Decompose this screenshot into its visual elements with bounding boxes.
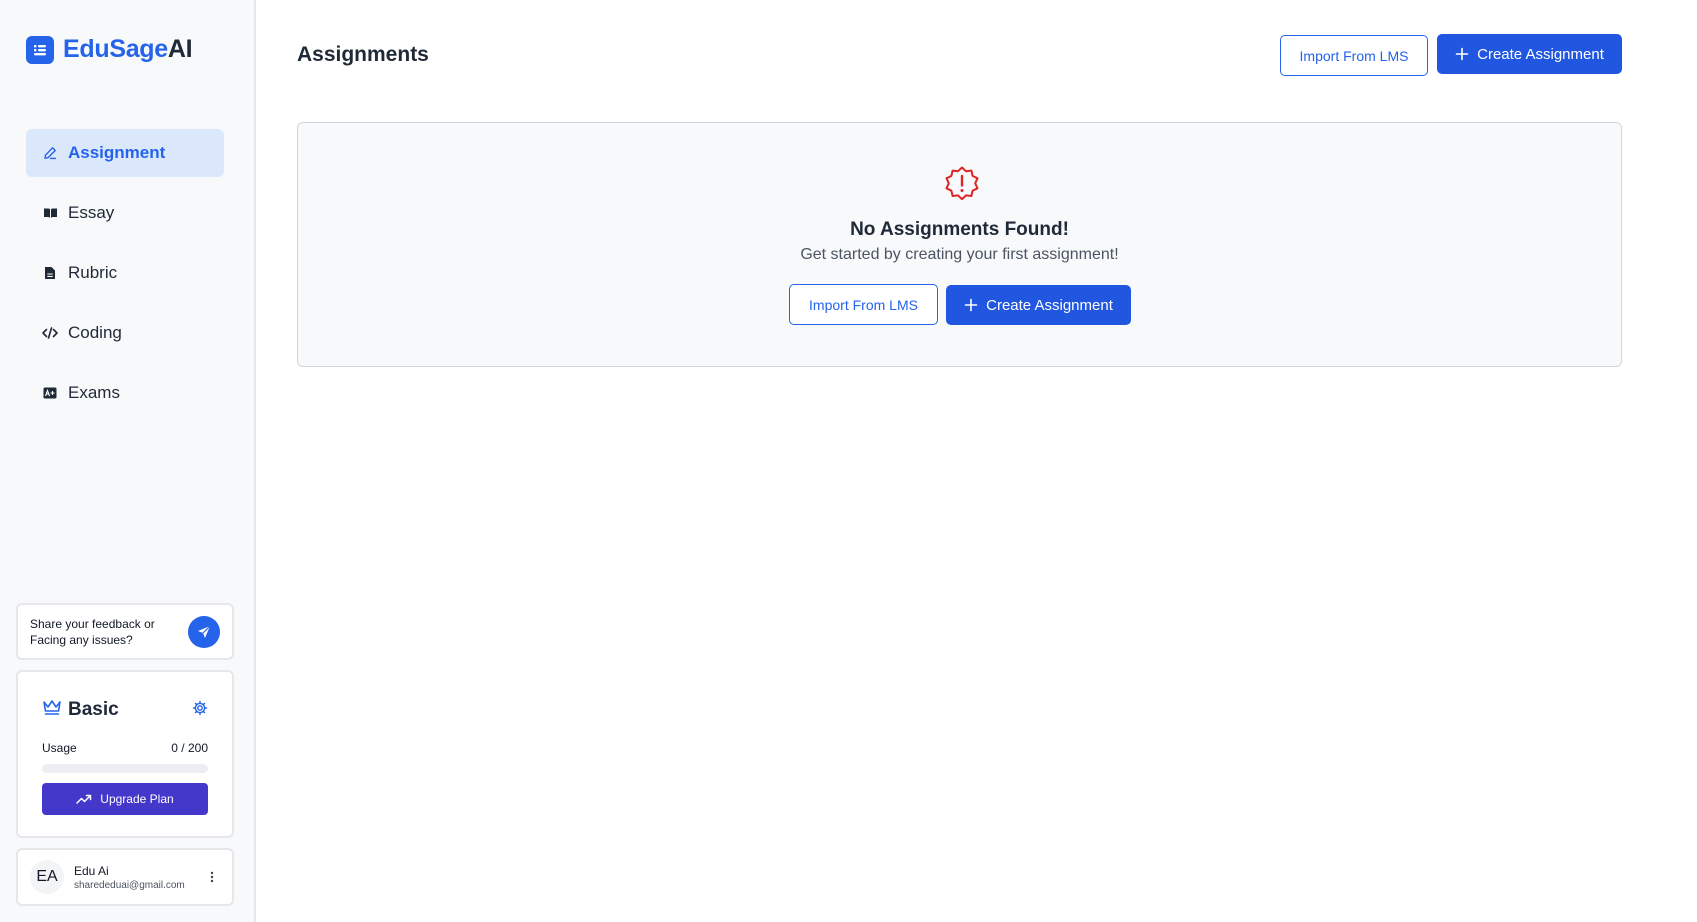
plus-icon: [1455, 47, 1469, 61]
warning-badge-icon: [945, 166, 979, 201]
feedback-card: Share your feedback or Facing any issues…: [16, 603, 234, 660]
plan-name: Basic: [68, 699, 119, 720]
empty-state-subtitle: Get started by creating your first assig…: [800, 246, 1119, 263]
user-email: sharededuai@gmail.com: [74, 879, 185, 891]
plan-title: Basic: [42, 698, 119, 722]
crown-icon: [42, 698, 62, 722]
sidebar: EduSageAI Assignment Essay Rubric Coding: [0, 0, 256, 922]
app-name-part2: AI: [167, 35, 193, 63]
user-profile-card[interactable]: EA Edu Ai sharededuai@gmail.com: [16, 848, 234, 906]
usage-value: 0 / 200: [171, 741, 208, 755]
create-assignment-label: Create Assignment: [1477, 45, 1604, 63]
empty-state-panel: No Assignments Found! Get started by cre…: [297, 122, 1622, 367]
sidebar-item-label: Coding: [68, 323, 122, 342]
sidebar-item-label: Rubric: [68, 263, 118, 282]
usage-progress-bar: [42, 764, 208, 773]
create-assignment-button[interactable]: Create Assignment: [1437, 34, 1622, 74]
sidebar-item-label: Essay: [68, 203, 115, 222]
book-icon: [42, 205, 58, 221]
sidebar-item-coding[interactable]: Coding: [26, 309, 224, 357]
logo-icon: [26, 35, 54, 64]
page-title: Assignments: [297, 43, 429, 66]
empty-create-assignment-label: Create Assignment: [986, 296, 1113, 314]
import-from-lms-button[interactable]: Import From LMS: [1280, 35, 1428, 76]
document-icon: [42, 265, 58, 281]
more-options-icon[interactable]: [204, 865, 220, 889]
empty-import-from-lms-button[interactable]: Import From LMS: [789, 284, 938, 325]
sidebar-item-label: Assignment: [68, 143, 166, 162]
sidebar-nav: Assignment Essay Rubric Coding Exams: [26, 129, 224, 429]
feedback-send-button[interactable]: [188, 615, 220, 648]
sidebar-item-label: Exams: [68, 383, 120, 402]
user-name: Edu Ai: [74, 863, 109, 878]
usage-label: Usage: [42, 741, 77, 755]
upgrade-plan-label: Upgrade Plan: [100, 792, 174, 806]
app-name-part1: EduSage: [63, 35, 168, 63]
sidebar-item-exams[interactable]: Exams: [26, 369, 224, 417]
app-name: EduSageAI: [63, 35, 193, 64]
empty-state-title: No Assignments Found!: [850, 219, 1069, 240]
pencil-icon: [42, 145, 58, 161]
exam-icon: [42, 385, 58, 401]
feedback-text: Share your feedback or Facing any issues…: [30, 616, 155, 647]
send-icon: [198, 625, 211, 638]
plan-card: Basic Usage 0 / 200 Upgrade Plan: [16, 670, 234, 838]
avatar: EA: [30, 860, 64, 894]
sidebar-item-essay[interactable]: Essay: [26, 189, 224, 237]
sidebar-item-assignment[interactable]: Assignment: [26, 129, 224, 177]
empty-create-assignment-button[interactable]: Create Assignment: [946, 285, 1131, 325]
sidebar-item-rubric[interactable]: Rubric: [26, 249, 224, 297]
settings-gear-icon[interactable]: [192, 700, 208, 721]
trending-up-icon: [76, 794, 92, 804]
upgrade-plan-button[interactable]: Upgrade Plan: [42, 783, 208, 815]
app-logo[interactable]: EduSageAI: [26, 35, 193, 64]
plus-icon: [964, 298, 978, 312]
code-icon: [42, 325, 58, 341]
